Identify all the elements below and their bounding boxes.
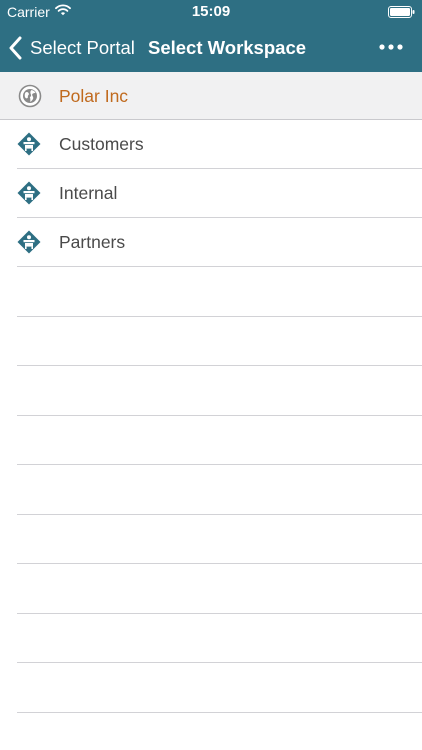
workspace-row-customers[interactable]: Customers [17, 120, 422, 169]
battery-icon [388, 6, 415, 18]
back-label: Select Portal [30, 37, 135, 58]
screen: Carrier 15:09 Select Portal Select Works… [0, 0, 422, 750]
empty-row [17, 614, 422, 663]
more-options-icon[interactable] [378, 39, 404, 55]
empty-row [17, 564, 422, 614]
empty-row [17, 465, 422, 515]
empty-row [17, 317, 422, 366]
workspace-icon [17, 230, 41, 254]
empty-row [17, 366, 422, 416]
globe-icon [18, 84, 42, 108]
portal-label: Polar Inc [59, 86, 129, 106]
page-title: Select Workspace [148, 37, 307, 58]
workspace-label: Partners [59, 232, 126, 252]
empty-row [17, 515, 422, 564]
portal-row[interactable]: Polar Inc [0, 72, 422, 120]
workspace-icon [17, 132, 41, 156]
clock: 15:09 [191, 3, 231, 20]
back-button[interactable]: Select Portal [8, 34, 135, 62]
workspace-row-partners[interactable]: Partners [17, 218, 422, 267]
workspace-label: Internal [59, 183, 118, 203]
empty-row [17, 416, 422, 465]
status-bar: Carrier 15:09 [0, 0, 422, 24]
workspace-list: Polar Inc Customers Internal Partners [0, 72, 422, 713]
workspace-icon [17, 181, 41, 205]
workspace-row-internal[interactable]: Internal [17, 169, 422, 218]
navigation-header: Carrier 15:09 Select Portal Select Works… [0, 0, 422, 72]
workspace-label: Customers [59, 134, 144, 154]
empty-row [17, 663, 422, 713]
back-chevron-icon [9, 36, 22, 60]
empty-row [17, 267, 422, 317]
